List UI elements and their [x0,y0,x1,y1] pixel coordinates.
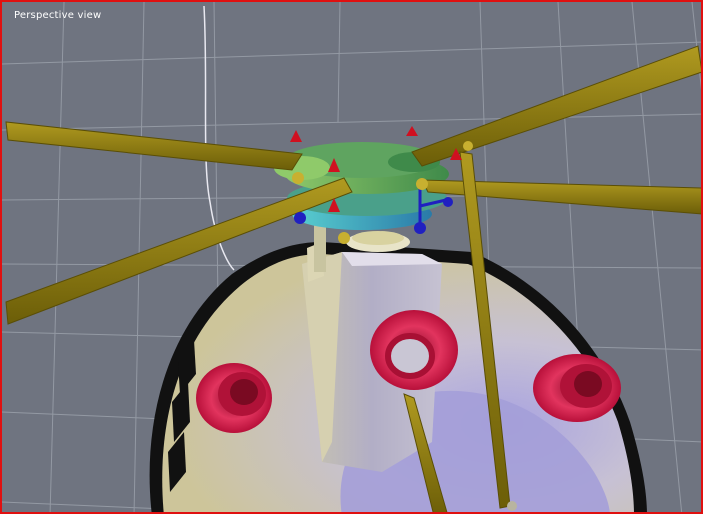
perspective-viewport[interactable]: Perspective view [0,0,703,514]
engine-intake-right[interactable] [533,354,621,422]
scene-canvas[interactable] [2,2,703,514]
engine-intake-left[interactable] [196,363,272,433]
engine-intake-center[interactable] [370,310,458,390]
viewport-label: Perspective view [14,10,102,21]
